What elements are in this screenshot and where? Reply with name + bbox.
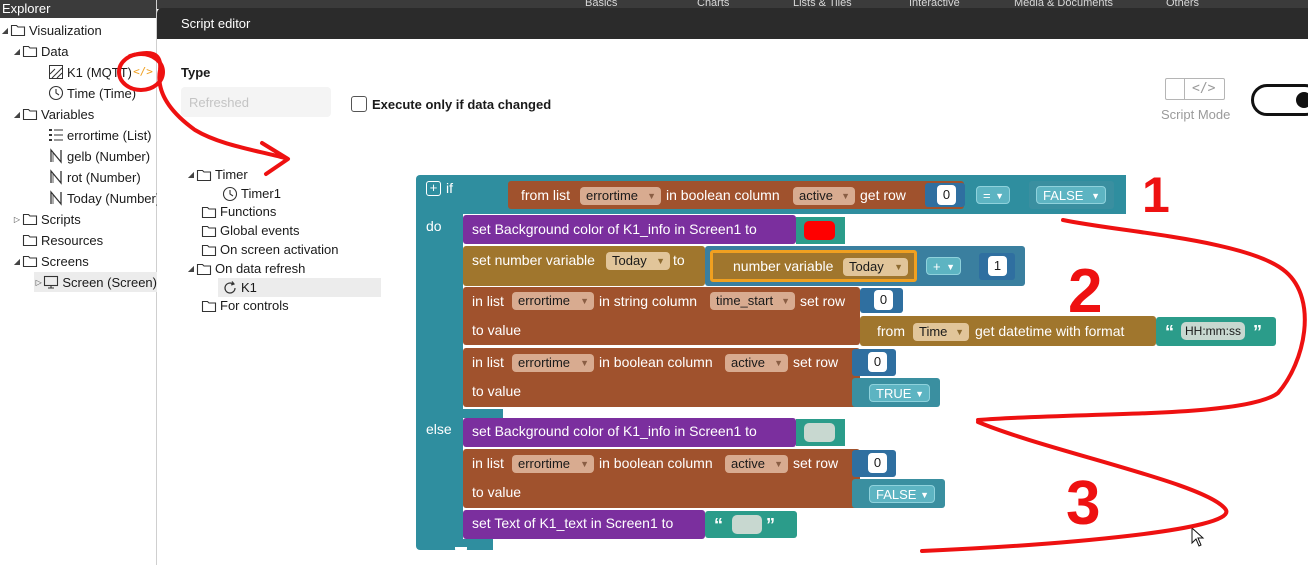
annotation-number-1: 1	[1142, 167, 1170, 223]
circle-annotation	[117, 52, 165, 92]
arrow-head-annotation	[260, 141, 290, 176]
loop-annotation	[976, 218, 1307, 422]
annotation-overlay: 1 2 3	[117, 51, 1307, 553]
annotation-number-2: 2	[1068, 257, 1102, 326]
annotation-number-3: 3	[1066, 469, 1100, 538]
